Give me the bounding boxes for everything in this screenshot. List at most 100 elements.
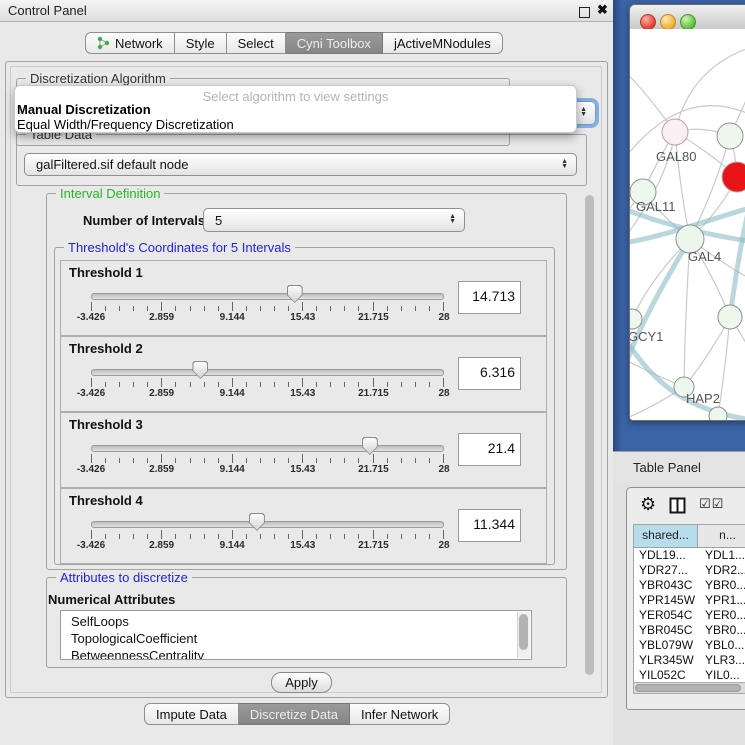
slider-ticks [91,454,444,463]
slider-thumb[interactable] [362,437,378,455]
slider-track[interactable] [91,521,444,528]
slider-track[interactable] [91,369,444,376]
close-icon[interactable]: ✖ [597,2,608,18]
node-gal80[interactable] [662,119,688,145]
number-of-intervals-label: Number of Intervals [83,213,205,228]
float-window-icon[interactable] [579,7,590,18]
tab-network[interactable]: Network [85,32,175,54]
tab-discretize-data[interactable]: Discretize Data [239,703,350,725]
table-row[interactable]: YLR345WYLR3... [634,653,745,668]
threshold-4-slider[interactable]: -3.4262.8599.14415.4321.71528 [91,489,444,563]
minimize-traffic-light[interactable] [660,14,676,30]
list-item-selfloops[interactable]: SelfLoops [61,611,531,630]
tab-jactivemnodules[interactable]: jActiveMNodules [383,32,503,54]
node-label-hap2: HAP2 [686,391,720,406]
list-item-betweennesscentrality[interactable]: BetweennessCentrality [61,647,531,660]
slider-thumb[interactable] [287,285,303,303]
threshold-2-value-field[interactable]: 6.316 [458,357,521,390]
tick-label: 21.715 [358,540,389,551]
tab-cyni-toolbox[interactable]: Cyni Toolbox [286,32,383,54]
number-of-intervals-combobox[interactable]: 5 ▲▼ [203,208,465,232]
tick-label: 9.144 [220,540,245,551]
algorithm-dropdown-popup: Select algorithm to view settings Manual… [14,85,577,133]
top-tab-bar: Network Style Select Cyni Toolbox jActiv… [85,32,503,54]
threshold-4-value-field[interactable]: 11.344 [458,509,521,542]
split-columns-icon[interactable] [669,497,686,514]
combo-stepper-icon: ▲▼ [580,108,587,118]
slider-track[interactable] [91,445,444,452]
slider-ticks [91,302,444,311]
bottom-tab-bar: Impute Data Discretize Data Infer Networ… [144,703,450,725]
table-panel-titlebar: Table Panel [613,451,745,483]
node-label-gal80: GAL80 [656,149,696,164]
panel-scrollbar[interactable] [583,190,596,688]
network-view-window: GAL80 GA C GAL11 GAL4 GCY1 H HAP2 [629,4,745,421]
table-row[interactable]: YDR27...YDR2... [634,563,745,578]
tick-label: 2.859 [149,540,174,551]
combo-stepper-icon: ▲▼ [561,160,568,170]
close-traffic-light[interactable] [640,14,656,30]
network-window-titlebar[interactable] [630,5,745,30]
tab-select[interactable]: Select [227,32,286,54]
threshold-2-slider[interactable]: -3.4262.8599.14415.4321.71528 [91,337,444,411]
table-data-combobox[interactable]: galFiltered.sif default node ▲▼ [24,153,577,176]
slider-tick-labels: -3.4262.8599.14415.4321.71528 [91,312,444,324]
list-scrollbar[interactable] [517,612,530,658]
checkbox-icons[interactable]: ☑☑ [699,497,724,512]
tick-label: 21.715 [358,312,389,323]
threshold-4-box: Threshold 4 -3.4262.8599.14415.4321.7152… [60,488,547,564]
network-canvas[interactable]: GAL80 GA C GAL11 GAL4 GCY1 H HAP2 [630,29,745,421]
list-item-topologicalcoefficient[interactable]: TopologicalCoefficient [61,630,531,647]
table-toolbar: ⚙ ☑☑ [627,488,745,524]
threshold-2-box: Threshold 2 -3.4262.8599.14415.4321.7152… [60,336,547,412]
tab-network-label: Network [115,33,163,54]
column-header-name[interactable]: n... [698,525,745,547]
threshold-3-box: Threshold 3 -3.4262.8599.14415.4321.7152… [60,412,547,488]
table-row[interactable]: YBL079WYBL0... [634,638,745,653]
slider-thumb[interactable] [192,361,208,379]
gear-icon[interactable]: ⚙ [640,494,656,515]
tick-label: 21.715 [358,464,389,475]
node-h[interactable] [718,305,742,329]
node-bottom[interactable] [709,407,727,421]
slider-track[interactable] [91,293,444,300]
table-horizontal-scrollbar[interactable] [633,682,745,694]
tab-impute-data[interactable]: Impute Data [144,703,239,725]
dropdown-option-equal-width[interactable]: Equal Width/Frequency Discretization [17,117,234,132]
panel-title: Control Panel [8,3,87,18]
threshold-1-slider[interactable]: -3.4262.8599.14415.4321.71528 [91,261,444,335]
tick-label: 28 [438,540,449,551]
node-label-gcy1: GCY1 [630,329,663,344]
discretization-algorithm-label: Discretization Algorithm [26,71,170,86]
table-panel-window: ⚙ ☑☑ shared... n... YDL19...YDL1... YDR2… [626,487,745,710]
table-row[interactable]: YPR145WYPR1... [634,593,745,608]
table-row[interactable]: YBR045CYBR0... [634,623,745,638]
threshold-3-slider[interactable]: -3.4262.8599.14415.4321.71528 [91,413,444,487]
apply-button[interactable]: Apply [271,672,332,693]
tick-label: -3.426 [77,388,105,399]
zoom-traffic-light[interactable] [680,14,696,30]
threshold-3-value-field[interactable]: 21.4 [458,433,521,466]
node-label-gal11: GAL11 [636,199,676,214]
table-row[interactable]: YER054CYER0... [634,608,745,623]
tick-label: 2.859 [149,312,174,323]
number-of-intervals-value: 5 [215,213,222,228]
slider-thumb[interactable] [249,513,265,531]
column-header-shared-name[interactable]: shared... [634,525,698,547]
threshold-1-box: Threshold 1 -3.4262.8599.14415.4321.7152… [60,260,547,336]
screenshot-root: Control Panel ✖ Network Style Select Cyn… [0,0,745,745]
network-icon [97,36,110,50]
table-row[interactable]: YBR043CYBR0... [634,578,745,593]
node-top-right[interactable] [717,123,743,149]
threshold-1-value-field[interactable]: 14.713 [458,281,521,314]
table-row[interactable]: YIL052CYIL0... [634,668,745,683]
tick-label: 28 [438,388,449,399]
tab-style[interactable]: Style [175,32,227,54]
table-row[interactable]: YDL19...YDL1... [634,548,745,563]
dropdown-option-manual[interactable]: Manual Discretization [17,102,151,117]
node-table: shared... n... YDL19...YDL1... YDR27...Y… [633,524,745,682]
tab-infer-network[interactable]: Infer Network [350,703,450,725]
combo-stepper-icon: ▲▼ [449,215,456,225]
slider-ticks [91,530,444,539]
tick-label: 28 [438,312,449,323]
